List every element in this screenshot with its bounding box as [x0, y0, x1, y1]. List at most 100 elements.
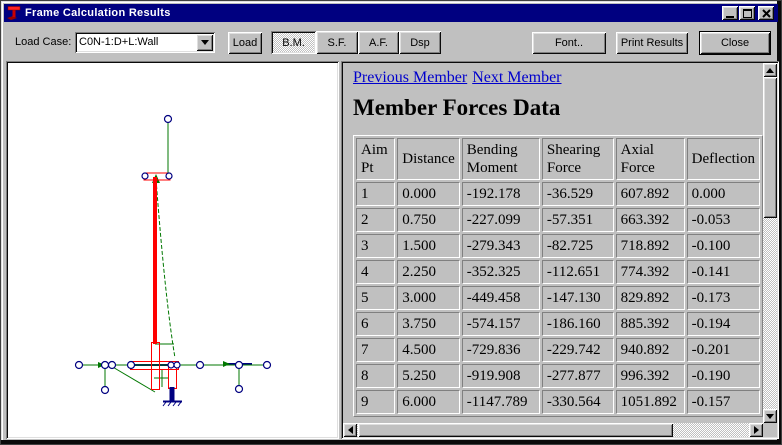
close-button[interactable]: Close	[699, 31, 771, 55]
table-row: 53.000-449.458-147.130829.892-0.173	[356, 286, 760, 310]
dsp-toggle-button[interactable]: Dsp	[399, 31, 441, 54]
table-cell: -0.173	[687, 286, 760, 310]
table-cell: 0.000	[687, 182, 760, 206]
table-row: 20.750-227.099-57.351663.392-0.053	[356, 208, 760, 232]
triangle-left-icon	[348, 426, 353, 434]
chevron-down-icon	[201, 40, 209, 45]
page-title: Member Forces Data	[353, 95, 560, 121]
scroll-down-button[interactable]	[763, 409, 777, 423]
member-nav-links: Previous Member Next Member	[353, 69, 567, 87]
vertical-scroll-thumb[interactable]	[763, 77, 777, 218]
column-header: Axial Force	[616, 138, 685, 180]
table-row: 10.000-192.178-36.529607.8920.000	[356, 182, 760, 206]
window-close-button[interactable]	[758, 6, 774, 20]
table-cell: -1147.789	[462, 390, 540, 414]
maximize-button[interactable]	[739, 6, 755, 20]
table-cell: -330.564	[542, 390, 614, 414]
table-cell: -279.343	[462, 234, 540, 258]
sf-toggle-button[interactable]: S.F.	[316, 31, 358, 54]
table-cell: 0.750	[397, 208, 459, 232]
previous-member-link[interactable]: Previous Member	[353, 69, 467, 86]
table-cell: 2.250	[397, 260, 459, 284]
table-cell: 1051.892	[616, 390, 685, 414]
table-cell: -729.836	[462, 338, 540, 362]
table-cell: -0.100	[687, 234, 760, 258]
load-button[interactable]: Load	[228, 32, 262, 54]
triangle-down-icon	[766, 414, 774, 419]
table-cell: -0.194	[687, 312, 760, 336]
table-cell: 718.892	[616, 234, 685, 258]
maximize-icon	[743, 9, 752, 18]
table-cell: 3.000	[397, 286, 459, 310]
load-case-value: C0N-1:D+L:Wall	[79, 35, 195, 50]
table-cell: -112.651	[542, 260, 614, 284]
table-cell: 5.250	[397, 364, 459, 388]
node-markers	[76, 116, 271, 394]
vertical-scrollbar[interactable]	[763, 63, 777, 423]
table-cell: 6.000	[397, 390, 459, 414]
table-cell: -0.053	[687, 208, 760, 232]
results-pane: Previous Member Next Member Member Forces…	[341, 61, 779, 439]
column-header: Aim Pt	[356, 138, 395, 180]
table-cell: 9	[356, 390, 395, 414]
table-cell: 8	[356, 364, 395, 388]
table-row: 74.500-729.836-229.742940.892-0.201	[356, 338, 760, 362]
column-header: Deflection	[687, 138, 760, 180]
table-cell: -147.130	[542, 286, 614, 310]
load-case-select[interactable]: C0N-1:D+L:Wall	[75, 32, 215, 53]
column-header: Bending Moment	[462, 138, 540, 180]
bm-toggle-button[interactable]: B.M.	[271, 31, 316, 54]
title-bar: Frame Calculation Results	[4, 4, 778, 22]
table-cell: -186.160	[542, 312, 614, 336]
column-header: Shearing Force	[542, 138, 614, 180]
table-cell: 829.892	[616, 286, 685, 310]
table-cell: -574.157	[462, 312, 540, 336]
table-cell: 607.892	[616, 182, 685, 206]
table-cell: 774.392	[616, 260, 685, 284]
table-cell: -0.190	[687, 364, 760, 388]
triangle-up-icon	[766, 68, 774, 73]
window-title: Frame Calculation Results	[25, 7, 171, 19]
table-cell: 0.000	[397, 182, 459, 206]
table-cell: 6	[356, 312, 395, 336]
diagram-pane	[6, 61, 339, 439]
print-results-button[interactable]: Print Results	[616, 32, 688, 54]
table-cell: -229.742	[542, 338, 614, 362]
table-cell: -277.877	[542, 364, 614, 388]
horizontal-scroll-thumb[interactable]	[358, 423, 673, 437]
column-header: Distance	[397, 138, 459, 180]
table-row: 63.750-574.157-186.160885.392-0.194	[356, 312, 760, 336]
table-row: 42.250-352.325-112.651774.392-0.141	[356, 260, 760, 284]
table-cell: 3	[356, 234, 395, 258]
table-cell: 4	[356, 260, 395, 284]
af-toggle-button[interactable]: A.F.	[358, 31, 399, 54]
table-cell: 996.392	[616, 364, 685, 388]
table-cell: 885.392	[616, 312, 685, 336]
font-button[interactable]: Font..	[532, 32, 606, 54]
table-cell: -0.141	[687, 260, 760, 284]
results-document: Previous Member Next Member Member Forces…	[343, 63, 763, 423]
table-cell: -36.529	[542, 182, 614, 206]
member-forces-table: Aim PtDistanceBending MomentShearing For…	[353, 135, 763, 417]
table-cell: -227.099	[462, 208, 540, 232]
load-case-dropdown-button[interactable]	[196, 34, 213, 51]
frame-calculation-results-window: Frame Calculation Results Load Case: C0N…	[0, 0, 782, 445]
table-cell: -352.325	[462, 260, 540, 284]
table-cell: -82.725	[542, 234, 614, 258]
scroll-up-button[interactable]	[763, 63, 777, 77]
next-member-link[interactable]: Next Member	[472, 69, 561, 86]
table-cell: 3.750	[397, 312, 459, 336]
table-cell: 1	[356, 182, 395, 206]
table-cell: 940.892	[616, 338, 685, 362]
minimize-button[interactable]	[722, 6, 738, 20]
table-cell: 663.392	[616, 208, 685, 232]
table-row: 31.500-279.343-82.725718.892-0.100	[356, 234, 760, 258]
scroll-left-button[interactable]	[343, 423, 357, 437]
table-cell: 7	[356, 338, 395, 362]
horizontal-scrollbar[interactable]	[343, 423, 763, 437]
app-icon	[6, 5, 22, 21]
scroll-right-button[interactable]	[749, 423, 763, 437]
table-cell: 4.500	[397, 338, 459, 362]
table-row: 96.000-1147.789-330.5641051.892-0.157	[356, 390, 760, 414]
table-cell: -919.908	[462, 364, 540, 388]
